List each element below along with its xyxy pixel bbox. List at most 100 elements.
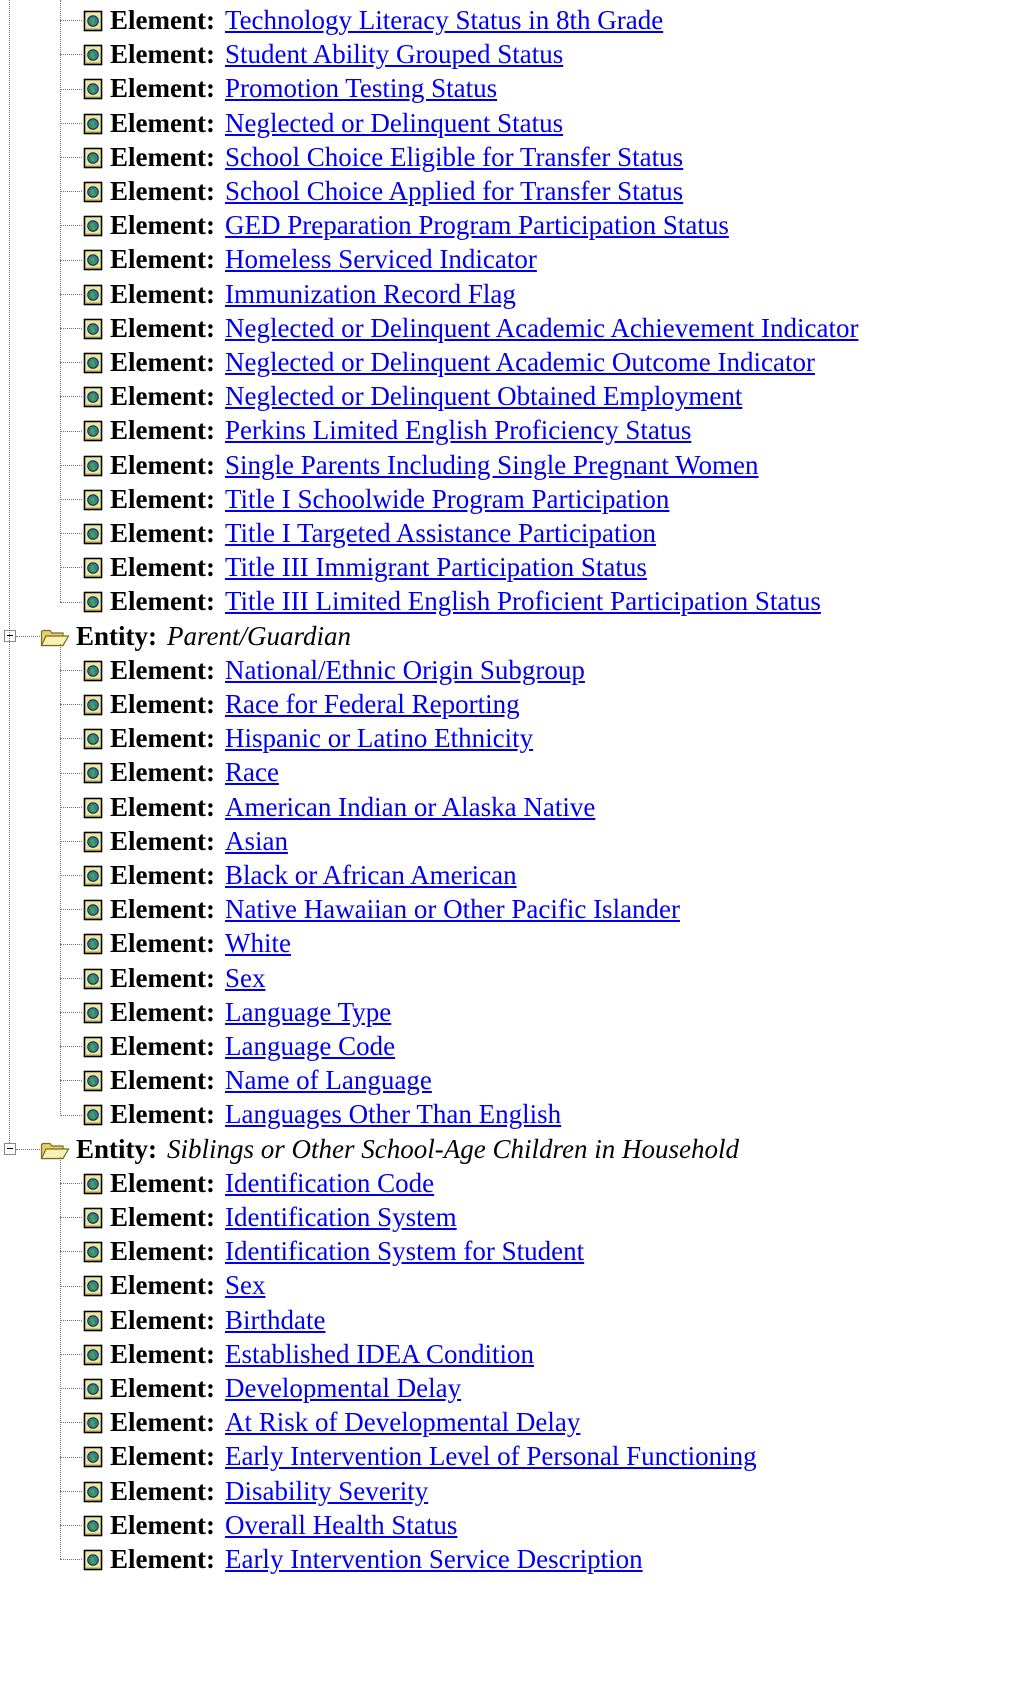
element-kind-label: Element: [110,5,215,35]
entity-name: Parent/Guardian [167,620,351,651]
element-kind-label: Element: [110,1270,215,1301]
element-kind-label: Element: [110,449,215,480]
element-link[interactable]: GED Preparation Program Participation St… [225,210,729,240]
element-kind-label: Element: [110,1065,215,1096]
element-link[interactable]: Name of Language [225,1065,432,1095]
element-kind-label: Element: [110,689,215,719]
collapse-toggle-icon[interactable] [4,1142,16,1155]
element-link[interactable]: Neglected or Delinquent Academic Achieve… [225,313,859,343]
tree-connector [60,1559,82,1561]
element-link[interactable]: Single Parents Including Single Pregnant… [225,450,759,480]
element-row: Element: Title III Limited English Profic… [82,584,821,618]
entity-element-tree: Element: Technology Literacy Status in 8t… [0,0,1021,1692]
element-link[interactable]: Asian [225,826,288,856]
element-link[interactable]: Immunization Record Flag [225,279,516,309]
element-icon [83,489,103,511]
element-link[interactable]: Promotion Testing Status [225,73,497,103]
element-icon [83,1173,103,1195]
tree-root-line [9,0,10,1143]
element-link[interactable]: Developmental Delay [225,1373,461,1403]
tree-connector [60,430,82,432]
element-link[interactable]: Language Code [225,1031,395,1061]
element-link[interactable]: Title III Limited English Proficient Par… [225,586,821,616]
folder-open-icon [40,1142,70,1159]
element-link[interactable]: Title I Schoolwide Program Participation [225,484,669,514]
element-link[interactable]: Established IDEA Condition [225,1339,534,1369]
collapse-toggle-icon[interactable] [4,629,16,642]
element-icon [83,1310,103,1331]
element-link[interactable]: Early Intervention Service Description [225,1544,643,1574]
element-link[interactable]: Overall Health Status [225,1510,457,1540]
element-link[interactable]: Birthdate [225,1305,325,1335]
element-kind-label: Element: [110,654,215,685]
element-row: Element: Early Intervention Service Descr… [82,1542,643,1576]
element-link[interactable]: Identification System for Student [225,1236,584,1266]
element-link[interactable]: Languages Other Than English [225,1099,561,1129]
element-row: Element: Hispanic or Latino Ethnicity [82,721,533,755]
tree-connector [60,1456,82,1458]
element-icon [83,181,103,203]
tree-connector [60,704,82,706]
element-link[interactable]: Native Hawaiian or Other Pacific Islande… [225,894,680,924]
element-link[interactable]: Perkins Limited English Proficiency Stat… [225,415,691,445]
element-link[interactable]: Disability Severity [225,1476,428,1506]
tree-connector [60,396,82,398]
element-link[interactable]: Race for Federal Reporting [225,689,520,719]
element-icon [83,1002,103,1024]
element-link[interactable]: Race [225,757,279,787]
element-icon [83,44,103,66]
tree-connector [60,293,82,295]
tree-connector [60,1353,82,1355]
element-icon [83,1070,103,1092]
element-link[interactable]: White [225,928,291,958]
element-icon [83,284,103,305]
element-link[interactable]: Technology Literacy Status in 8th Grade [225,5,663,35]
element-link[interactable]: American Indian or Alaska Native [225,792,595,822]
element-link[interactable]: Identification Code [225,1168,434,1198]
element-row: Element: Neglected or Delinquent Academic… [82,311,858,345]
tree-connector [60,601,82,603]
element-icon [83,147,103,169]
element-kind-label: Element: [110,347,215,377]
tree-connector [16,635,40,637]
element-link[interactable]: Hispanic or Latino Ethnicity [225,723,533,753]
element-link[interactable]: Sex [225,1270,266,1300]
element-row: Element: Technology Literacy Status in 8t… [82,3,663,37]
element-link[interactable]: Language Type [225,997,391,1027]
entity-row: Entity: Parent/Guardian [4,619,351,653]
element-link[interactable]: Title III Immigrant Participation Status [225,552,647,582]
element-icon [83,1344,103,1366]
element-icon [83,728,103,750]
element-row: Element: Homeless Serviced Indicator [82,242,537,276]
element-link[interactable]: Early Intervention Level of Personal Fun… [225,1441,757,1471]
element-icon [83,421,103,442]
element-link[interactable]: Sex [225,963,266,993]
tree-connector [60,122,82,124]
element-link[interactable]: Student Ability Grouped Status [225,39,563,69]
element-link[interactable]: Neglected or Delinquent Academic Outcome… [225,347,815,377]
element-link[interactable]: Neglected or Delinquent Obtained Employm… [225,381,742,411]
element-kind-label: Element: [110,1338,215,1369]
element-link[interactable]: Title I Targeted Assistance Participatio… [225,518,656,548]
tree-connector [60,156,82,158]
tree-connector [60,1011,82,1013]
element-icon [83,899,103,921]
element-kind-label: Element: [110,928,215,959]
element-kind-label: Element: [110,1202,215,1232]
element-link[interactable]: At Risk of Developmental Delay [225,1407,580,1437]
element-icon [83,113,103,134]
element-icon [83,968,103,989]
element-link[interactable]: Neglected or Delinquent Status [225,108,563,138]
element-kind-label: Element: [110,586,215,617]
element-link[interactable]: National/Ethnic Origin Subgroup [225,655,585,685]
element-link[interactable]: Homeless Serviced Indicator [225,244,537,274]
element-link[interactable]: Identification System [225,1202,457,1232]
element-link[interactable]: Black or African American [225,860,517,890]
element-kind-label: Element: [110,791,215,822]
tree-connector [60,1080,82,1082]
element-link[interactable]: School Choice Applied for Transfer Statu… [225,176,683,206]
element-row: Element: Title I Schoolwide Program Parti… [82,482,669,516]
element-kind-label: Element: [110,1304,215,1335]
element-kind-label: Element: [110,894,215,925]
element-link[interactable]: School Choice Eligible for Transfer Stat… [225,142,683,172]
